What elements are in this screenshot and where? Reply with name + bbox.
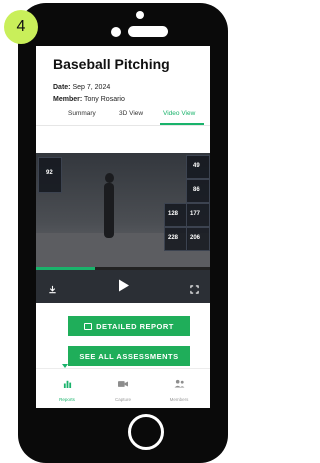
sensor-dot	[111, 27, 121, 37]
athlete-figure	[104, 183, 114, 238]
nav-label-reports: Reports	[59, 397, 75, 402]
metric-value: 206	[190, 235, 201, 241]
metric-panel: 228	[164, 227, 188, 251]
date-row: Date: Sep 7, 2024	[53, 84, 110, 91]
member-label: Member:	[53, 96, 83, 103]
metric-panel: 128	[164, 203, 188, 227]
date-label: Date:	[53, 84, 71, 91]
metric-value: 86	[193, 187, 200, 193]
metric-panel-left: 92	[38, 157, 62, 193]
athlete-head	[105, 173, 114, 183]
bar-chart-icon	[63, 380, 71, 388]
tabs-divider	[36, 125, 210, 126]
video-frame: 92 49 86 128 177 228 206	[36, 153, 210, 269]
tab-summary[interactable]: Summary	[68, 110, 96, 117]
nav-item-capture[interactable]: Capture	[98, 375, 148, 402]
member-row: Member: Tony Rosario	[53, 96, 125, 103]
metric-value: 128	[168, 211, 179, 217]
bottom-nav: Reports Capture Members	[36, 368, 210, 408]
video-controls	[36, 270, 210, 303]
step-number-badge: 4	[4, 10, 38, 44]
nav-label-capture: Capture	[114, 397, 131, 402]
detailed-report-label: DETAILED REPORT	[96, 321, 174, 331]
date-value: Sep 7, 2024	[72, 84, 111, 91]
camera-dot	[136, 11, 144, 19]
member-value: Tony Rosario	[84, 96, 125, 103]
video-player[interactable]: 92 49 86 128 177 228 206	[36, 153, 210, 303]
metric-value: 177	[190, 211, 201, 217]
nav-item-members[interactable]: Members	[154, 375, 204, 402]
download-icon[interactable]	[48, 281, 57, 299]
metric-panel: 206	[186, 227, 210, 251]
metric-panel: 177	[186, 203, 210, 227]
detailed-report-button[interactable]: DETAILED REPORT	[68, 316, 190, 336]
see-all-assessments-label: SEE ALL ASSESSMENTS	[79, 351, 179, 361]
page-title: Baseball Pitching	[53, 56, 170, 72]
fullscreen-icon[interactable]	[190, 281, 199, 299]
nav-label-members: Members	[169, 397, 189, 402]
tab-3d-view[interactable]: 3D View	[119, 110, 143, 117]
metric-value: 92	[46, 170, 53, 176]
members-icon	[174, 379, 184, 388]
metric-value: 49	[193, 163, 200, 169]
nav-item-reports[interactable]: Reports	[42, 375, 92, 402]
metric-panel: 49	[186, 155, 210, 179]
metric-panel: 86	[186, 179, 210, 203]
app-screen: Baseball Pitching Date: Sep 7, 2024 Memb…	[36, 46, 210, 408]
camera-icon	[118, 381, 128, 387]
see-all-assessments-button[interactable]: SEE ALL ASSESSMENTS	[68, 346, 190, 366]
tab-video-view[interactable]: Video View	[163, 110, 195, 117]
report-icon	[84, 322, 93, 330]
home-button[interactable]	[128, 414, 164, 450]
metric-value: 228	[168, 235, 179, 241]
play-icon[interactable]	[118, 279, 130, 297]
speaker-grille	[128, 26, 168, 37]
